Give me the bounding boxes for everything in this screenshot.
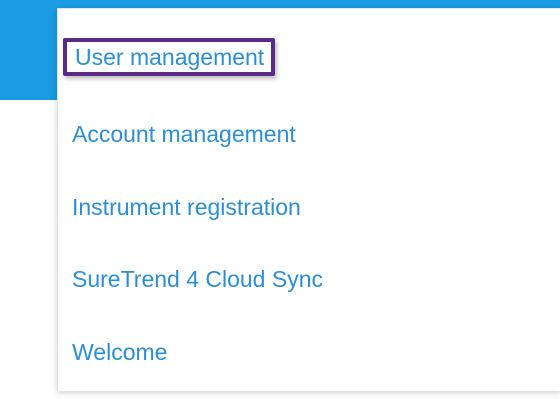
menu-item-account-management[interactable]: Account management: [72, 119, 296, 149]
menu-item-welcome[interactable]: Welcome: [72, 337, 167, 367]
dropdown-menu: User management Account management Instr…: [57, 8, 560, 391]
menu-item-instrument-registration[interactable]: Instrument registration: [72, 192, 301, 222]
menu-item-suretrend-cloud-sync[interactable]: SureTrend 4 Cloud Sync: [72, 264, 323, 294]
page: User management Account management Instr…: [0, 0, 560, 399]
menu-item-user-management[interactable]: User management: [63, 38, 276, 76]
